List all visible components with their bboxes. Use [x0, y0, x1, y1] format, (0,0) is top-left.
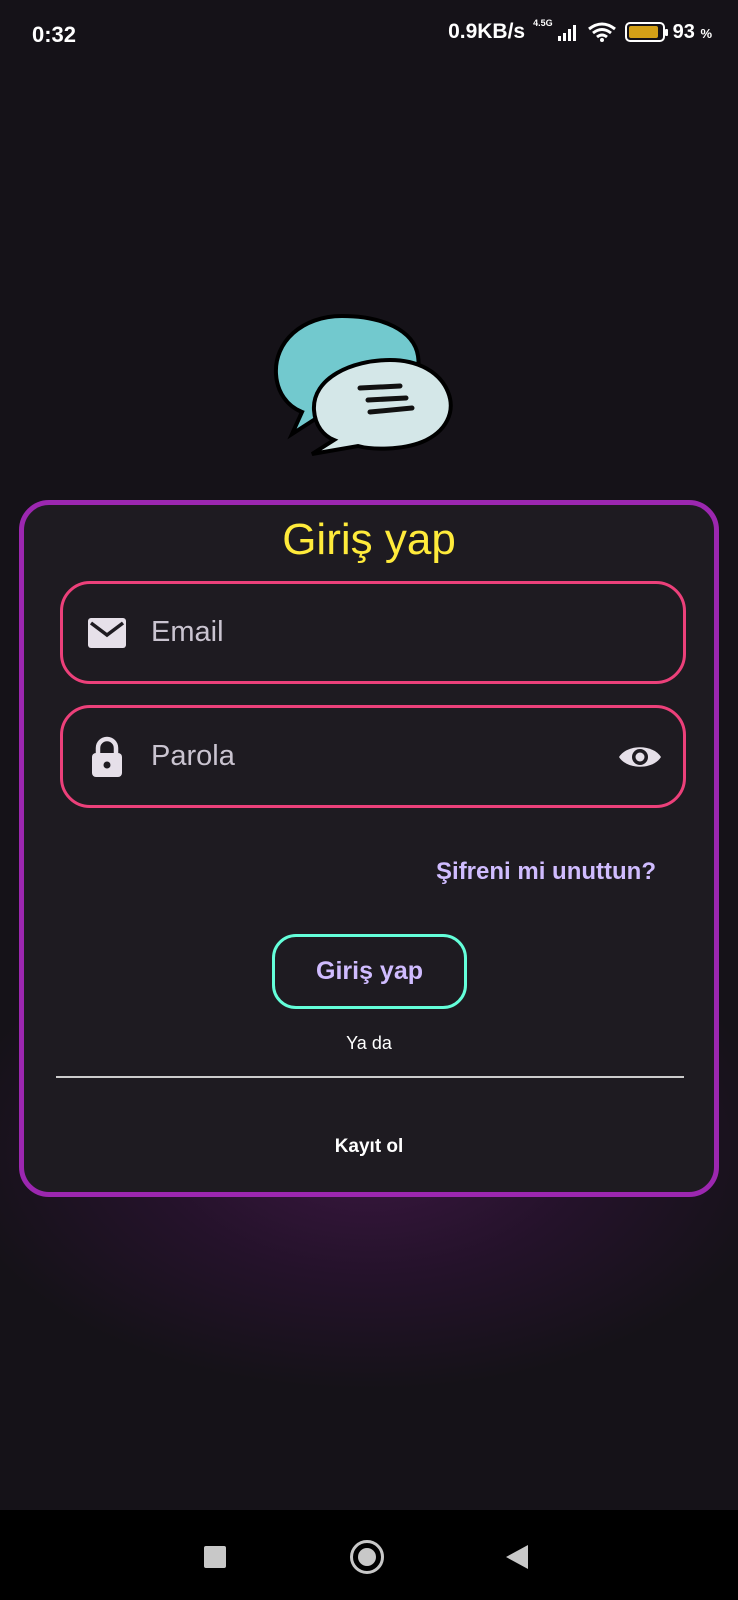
password-field[interactable]: [60, 705, 686, 808]
status-time: 0:32: [32, 22, 77, 47]
network-speed: 0.9KB/s: [448, 20, 526, 43]
forgot-password-link[interactable]: Şifreni mi unuttun?: [436, 858, 656, 886]
network-type: 4.5G: [533, 18, 553, 28]
status-indicators: 0.9KB/s 4.5G 93 %: [448, 18, 712, 44]
battery-percent: 93 %: [672, 20, 712, 43]
mail-icon: [85, 611, 129, 655]
wifi-icon: [587, 22, 616, 42]
login-button[interactable]: Giriş yap: [272, 934, 467, 1009]
eye-icon[interactable]: [615, 735, 665, 779]
battery-level: [628, 26, 659, 38]
divider: [56, 1076, 684, 1078]
chat-bubbles-logo: [273, 313, 453, 456]
signal-icon: [557, 25, 576, 41]
register-link[interactable]: Kayıt ol: [24, 1136, 714, 1158]
recents-icon[interactable]: [204, 1546, 226, 1568]
lock-icon: [85, 735, 129, 779]
status-bar: 0:32 0.9KB/s 4.5G 93 %: [0, 0, 738, 72]
login-screen: 0:32 0.9KB/s 4.5G 93 % Giriş yap Email Ş…: [0, 0, 738, 1600]
login-title: Giriş yap: [282, 515, 456, 564]
password-input[interactable]: [151, 740, 615, 773]
or-separator-text: Ya da: [346, 1033, 392, 1053]
back-icon[interactable]: [506, 1545, 528, 1569]
battery-icon: [624, 22, 668, 42]
email-input[interactable]: [151, 616, 683, 649]
login-card: Giriş yap Email Şifreni mi unuttun? Giri…: [19, 500, 719, 1197]
email-field[interactable]: [60, 581, 686, 684]
home-icon[interactable]: [350, 1540, 384, 1574]
